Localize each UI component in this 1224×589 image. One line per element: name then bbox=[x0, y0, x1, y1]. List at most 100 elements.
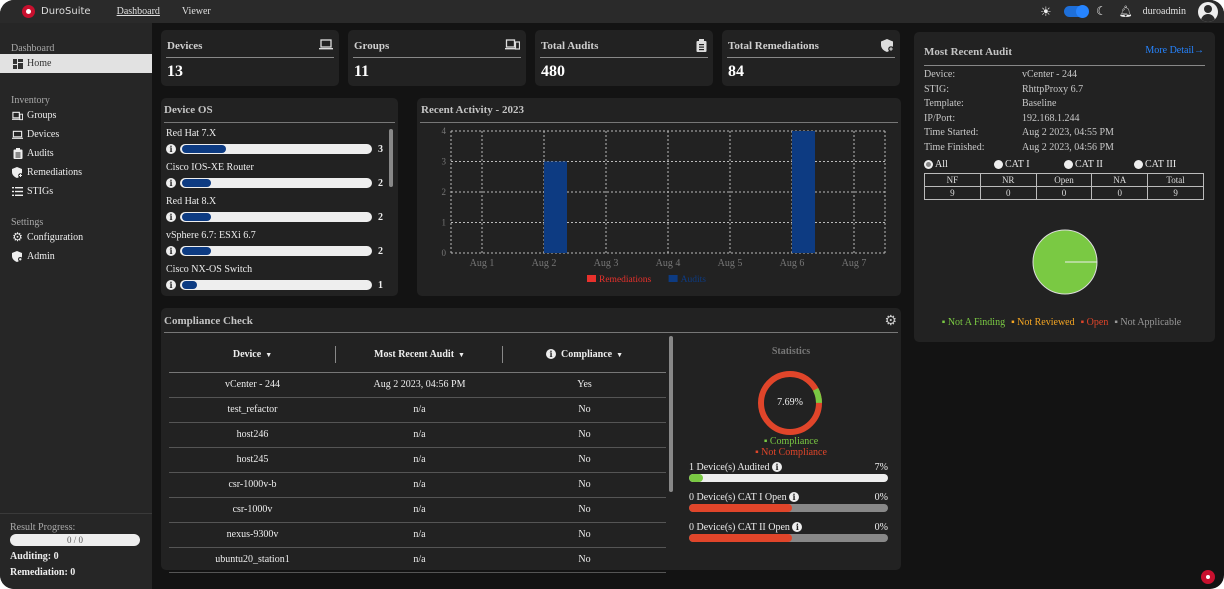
progress-label-row: 0 Device(s) CAT II Open i 0% bbox=[689, 522, 888, 533]
statistics-progress-list: 1 Device(s) Audited i 7% 0 Device(s) CAT I… bbox=[689, 462, 888, 552]
field-key: Device: bbox=[924, 69, 956, 80]
table-row[interactable]: csr-1000v-b n/a No bbox=[169, 472, 666, 498]
progress-fill bbox=[689, 534, 793, 542]
info-icon[interactable]: i bbox=[166, 178, 176, 188]
stat-card-devices[interactable]: Devices 13 bbox=[161, 30, 339, 86]
legend-not-compliance: ▪ Not Compliance bbox=[681, 447, 901, 458]
divider bbox=[924, 65, 1205, 66]
stat-card-groups[interactable]: Groups 11 bbox=[348, 30, 526, 86]
legend-label: Not Reviewed bbox=[1017, 317, 1075, 328]
table-row[interactable]: nexus-9300v n/a No bbox=[169, 522, 666, 548]
x-tick-label: Aug 3 bbox=[594, 258, 619, 269]
x-tick-label: Aug 1 bbox=[470, 258, 495, 269]
y-tick-label: 0 bbox=[442, 248, 447, 258]
avatar-icon[interactable] bbox=[1198, 1, 1218, 22]
column-header-most-recent-audit[interactable]: Most Recent Audit ▼ bbox=[336, 338, 503, 373]
sidebar-item-audits[interactable]: Audits bbox=[0, 144, 152, 163]
gear-icon: ⚙ bbox=[12, 230, 23, 244]
radio-button[interactable] bbox=[924, 160, 933, 169]
column-header-device[interactable]: Device ▼ bbox=[169, 338, 336, 373]
count-label: NA bbox=[1091, 173, 1149, 187]
radio-button[interactable] bbox=[994, 160, 1003, 169]
card-title: Compliance Check bbox=[164, 315, 253, 327]
compliance-table-scrollbar[interactable] bbox=[669, 336, 673, 492]
radio-cat-i[interactable]: CAT I bbox=[994, 159, 1064, 170]
username[interactable]: duroadmin bbox=[1143, 6, 1186, 17]
nav-viewer[interactable]: Viewer bbox=[182, 6, 211, 17]
findings-pie-chart bbox=[1032, 229, 1098, 295]
legend-item[interactable]: ▪ Open bbox=[1081, 317, 1109, 328]
device-os-list: Red Hat 7.X i 3 Cisco IOS-XE Router i 2 Red Ha… bbox=[166, 126, 388, 296]
logo[interactable]: DuroSuite bbox=[22, 5, 91, 18]
more-detail-link[interactable]: More Detail→ bbox=[1145, 45, 1204, 56]
bar-audits bbox=[544, 161, 567, 253]
sidebar-section-settings: Settings bbox=[11, 217, 44, 228]
sidebar-item-configuration[interactable]: ⚙ Configuration bbox=[0, 228, 152, 247]
radio-button[interactable] bbox=[1064, 160, 1073, 169]
field-key: Time Started: bbox=[924, 127, 979, 138]
radio-cat-ii[interactable]: CAT II bbox=[1064, 159, 1134, 170]
os-progress-bar bbox=[180, 280, 372, 290]
radio-label: CAT III bbox=[1145, 159, 1177, 170]
compliance-legend: ▪ Compliance ▪ Not Compliance bbox=[681, 436, 901, 458]
os-bar-row: i1 bbox=[166, 278, 388, 292]
info-icon[interactable]: i bbox=[792, 522, 803, 532]
cell-device: host246 bbox=[169, 422, 336, 448]
count-label: NR bbox=[979, 173, 1037, 187]
radio-all[interactable]: All bbox=[924, 159, 994, 170]
sidebar-item-label: STIGs bbox=[27, 186, 54, 197]
x-tick-label: Aug 2 bbox=[532, 258, 557, 269]
info-icon[interactable]: i bbox=[772, 462, 783, 472]
sidebar-item-home[interactable]: Home bbox=[0, 54, 152, 73]
progress-label-row: 0 Device(s) CAT I Open i 0% bbox=[689, 492, 888, 503]
recent-activity-card: Recent Activity - 2023 0 1 2 3 4 Aug 1 Aug 2 Au… bbox=[417, 98, 901, 296]
column-label: Most Recent Audit bbox=[374, 349, 455, 361]
stat-title: Groups bbox=[354, 40, 390, 52]
column-header-compliance[interactable]: i Compliance ▼ bbox=[503, 338, 666, 373]
audit-field-row: IP/Port: 192.168.1.244 bbox=[924, 112, 1206, 127]
radio-button[interactable] bbox=[1134, 160, 1143, 169]
cell-device: vCenter - 244 bbox=[169, 372, 336, 398]
statistics-title: Statistics bbox=[771, 346, 811, 357]
info-icon[interactable]: i bbox=[166, 246, 176, 256]
table-row[interactable]: host245 n/a No bbox=[169, 447, 666, 473]
table-row[interactable]: host246 n/a No bbox=[169, 422, 666, 448]
legend-item[interactable]: ▪ Not A Finding bbox=[942, 317, 1005, 328]
sidebar-item-devices[interactable]: Devices bbox=[0, 125, 152, 144]
stat-card-total-audits[interactable]: Total Audits 480 bbox=[535, 30, 713, 86]
stat-card-total-remediations[interactable]: Total Remediations 84 bbox=[722, 30, 900, 86]
stat-value: 13 bbox=[167, 63, 183, 80]
bell-icon[interactable]: 🔔︎ bbox=[1119, 5, 1133, 18]
os-count: 1 bbox=[378, 279, 383, 291]
legend-label: Open bbox=[1086, 317, 1109, 328]
table-row[interactable]: ubuntu20_station1 n/a No bbox=[169, 547, 666, 573]
divider bbox=[164, 122, 395, 123]
sidebar-item-stigs[interactable]: STIGs bbox=[0, 182, 152, 201]
audit-field-row: Device: vCenter - 244 bbox=[924, 68, 1206, 83]
info-icon[interactable]: i bbox=[545, 349, 556, 360]
compliance-percent: 7.69% bbox=[777, 397, 803, 408]
legend-item[interactable]: ▪ Not Applicable bbox=[1114, 317, 1181, 328]
sidebar-item-remediations[interactable]: Remediations bbox=[0, 163, 152, 182]
device-os-scrollbar[interactable] bbox=[389, 129, 393, 187]
legend-label: Compliance bbox=[769, 436, 819, 447]
legend-item[interactable]: ▪ Not Reviewed bbox=[1011, 317, 1075, 328]
info-icon[interactable]: i bbox=[166, 212, 176, 222]
brand-name: DuroSuite bbox=[41, 6, 91, 17]
table-row[interactable]: test_refactor n/a No bbox=[169, 397, 666, 423]
sidebar-item-groups[interactable]: Groups bbox=[0, 106, 152, 125]
nav-dashboard[interactable]: Dashboard bbox=[117, 6, 160, 17]
sidebar-item-admin[interactable]: Admin bbox=[0, 247, 152, 266]
legend-label: Audits bbox=[681, 275, 707, 285]
info-icon[interactable]: i bbox=[789, 492, 800, 502]
recent-activity-chart: 0 1 2 3 4 Aug 1 Aug 2 Aug 3 Aug 4 Aug 5 Aug 6 Aug 7… bbox=[442, 126, 886, 285]
table-row[interactable]: csr-1000v n/a No bbox=[169, 497, 666, 523]
info-icon[interactable]: i bbox=[166, 144, 176, 154]
radio-cat-iii[interactable]: CAT III bbox=[1134, 159, 1204, 170]
durosuite-fab-icon[interactable] bbox=[1201, 570, 1215, 584]
info-icon[interactable]: i bbox=[166, 280, 176, 290]
legend-label: Remediations bbox=[599, 275, 652, 285]
os-name: Cisco NX-OS Switch bbox=[166, 264, 253, 275]
table-row[interactable]: vCenter - 244 Aug 2 2023, 04:56 PM Yes bbox=[169, 372, 666, 398]
theme-toggle[interactable] bbox=[1063, 5, 1089, 18]
